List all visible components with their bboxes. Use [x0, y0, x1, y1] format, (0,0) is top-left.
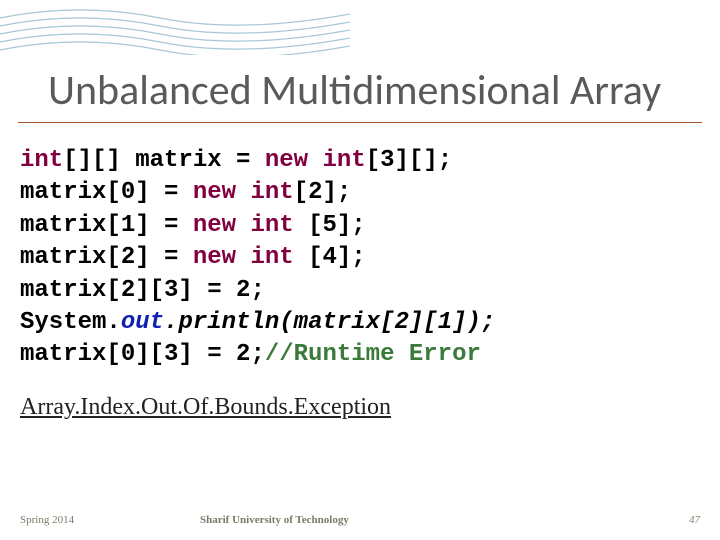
code-kw: new: [265, 147, 308, 174]
code-kw: int: [250, 244, 293, 271]
code-static: out: [121, 309, 164, 336]
code-text: matrix[2][3] = 2;: [20, 277, 265, 304]
code-text: [3][];: [366, 147, 452, 174]
code-comment: //Runtime Error: [265, 341, 481, 368]
code-text: [4];: [294, 244, 366, 271]
code-kw: int: [20, 147, 63, 174]
slide-title: Unbalanced Multidimensional Array: [18, 0, 702, 123]
code-kw: new: [193, 179, 236, 206]
code-method: println: [178, 309, 279, 336]
footer-affiliation: Sharif University of Technology: [200, 514, 349, 526]
code-block: int[][] matrix = new int[3][]; matrix[0]…: [0, 123, 720, 372]
code-text: [2];: [294, 179, 352, 206]
code-text: System.: [20, 309, 121, 336]
code-kw: int: [322, 147, 365, 174]
code-text: [236, 244, 250, 271]
code-text: [5];: [294, 212, 366, 239]
slide-footer: Spring 2014 Sharif University of Technol…: [0, 514, 720, 526]
footer-term: Spring 2014: [0, 514, 74, 526]
code-text: [308, 147, 322, 174]
code-text: .: [164, 309, 178, 336]
code-kw: int: [250, 212, 293, 239]
footer-page-number: 47: [689, 514, 700, 526]
code-text: [236, 212, 250, 239]
code-kw: new: [193, 244, 236, 271]
code-text: matrix[0][3] = 2;: [20, 341, 265, 368]
code-kw: int: [250, 179, 293, 206]
exception-text: Array.Index.Out.Of.Bounds.Exception: [0, 372, 720, 421]
code-text: matrix[0] =: [20, 179, 193, 206]
code-kw: new: [193, 212, 236, 239]
code-text: matrix[1] =: [20, 212, 193, 239]
code-text: (matrix[2][1]);: [279, 309, 495, 336]
code-text: [236, 179, 250, 206]
code-text: [][] matrix =: [63, 147, 265, 174]
code-text: matrix[2] =: [20, 244, 193, 271]
